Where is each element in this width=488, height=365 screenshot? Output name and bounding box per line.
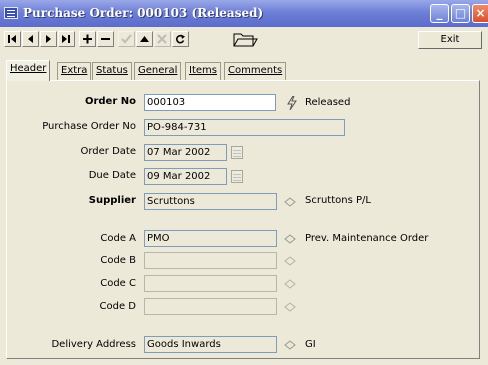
due-date-calendar-icon[interactable]	[231, 170, 243, 183]
order-status-text: Released	[305, 97, 351, 108]
code-a-field[interactable]: PMO	[144, 230, 277, 247]
record-toolbar: Exit	[0, 27, 488, 53]
tab-items[interactable]: Items	[185, 62, 221, 80]
open-folder-button[interactable]	[231, 30, 259, 50]
order-date-calendar-icon[interactable]	[231, 146, 243, 159]
title-bar[interactable]: Purchase Order: 000103 (Released) _ □ ×	[0, 0, 488, 27]
code-d-field[interactable]	[144, 298, 277, 315]
code-d-lookup-icon[interactable]	[284, 302, 296, 312]
tab-general[interactable]: General	[134, 62, 182, 80]
x-icon	[157, 34, 167, 44]
check-icon	[121, 34, 132, 44]
last-record-button[interactable]	[58, 31, 75, 47]
tab-extra[interactable]: Extra	[57, 62, 92, 80]
exit-button[interactable]: Exit	[418, 31, 482, 49]
purchase-order-no-label: Purchase Order No	[42, 121, 136, 132]
due-date-label: Due Date	[88, 170, 136, 181]
add-record-button[interactable]	[79, 31, 96, 47]
due-date-field[interactable]: 09 Mar 2002	[144, 168, 227, 185]
first-icon	[8, 35, 16, 43]
window-title: Purchase Order: 000103 (Released)	[23, 6, 264, 20]
delivery-address-field[interactable]: Goods Inwards	[144, 336, 277, 353]
minimize-button[interactable]: _	[430, 4, 449, 23]
cancel-record-button[interactable]	[154, 31, 171, 47]
supplier-label: Supplier	[88, 195, 136, 206]
delivery-address-lookup-icon[interactable]	[284, 340, 296, 350]
last-icon	[62, 35, 70, 43]
order-date-label: Order Date	[80, 146, 137, 157]
tab-header[interactable]: Header	[6, 60, 51, 81]
code-b-field[interactable]	[144, 252, 277, 269]
plus-icon	[83, 34, 92, 44]
folder-icon	[233, 33, 258, 47]
close-button[interactable]: ×	[472, 4, 488, 23]
edit-record-button[interactable]	[136, 31, 153, 47]
next-record-button[interactable]	[40, 31, 57, 47]
code-b-label: Code B	[100, 255, 136, 266]
tab-status[interactable]: Status	[92, 62, 132, 80]
order-no-label: Order No	[84, 96, 136, 107]
code-a-lookup-icon[interactable]	[284, 234, 296, 244]
tab-comments[interactable]: Comments	[224, 62, 287, 80]
up-triangle-icon	[140, 36, 149, 42]
minus-icon	[101, 38, 110, 40]
code-a-label: Code A	[100, 233, 136, 244]
first-record-button[interactable]	[4, 31, 21, 47]
lightning-icon	[287, 96, 297, 110]
post-record-button[interactable]	[118, 31, 135, 47]
refresh-record-button[interactable]	[172, 31, 189, 47]
next-icon	[46, 35, 51, 43]
supplier-description: Scruttons P/L	[305, 195, 371, 206]
refresh-icon	[175, 34, 185, 44]
supplier-lookup-icon[interactable]	[284, 197, 296, 207]
prev-record-button[interactable]	[22, 31, 39, 47]
delivery-address-label: Delivery Address	[51, 339, 136, 350]
code-c-lookup-icon[interactable]	[284, 279, 296, 289]
prev-icon	[28, 35, 33, 43]
code-d-label: Code D	[99, 301, 136, 312]
order-no-field[interactable]: 000103	[144, 94, 276, 111]
delivery-address-description: GI	[305, 339, 316, 350]
purchase-order-window: Purchase Order: 000103 (Released) _ □ ×	[0, 0, 488, 365]
code-c-label: Code C	[100, 278, 136, 289]
supplier-field[interactable]: Scruttons	[144, 193, 277, 210]
code-a-description: Prev. Maintenance Order	[305, 233, 429, 244]
purchase-order-no-field[interactable]: PO-984-731	[144, 119, 345, 136]
code-b-lookup-icon[interactable]	[284, 256, 296, 266]
delete-record-button[interactable]	[97, 31, 114, 47]
maximize-button[interactable]: □	[451, 4, 470, 23]
app-window-icon	[4, 7, 18, 19]
order-date-field[interactable]: 07 Mar 2002	[144, 144, 227, 161]
code-c-field[interactable]	[144, 275, 277, 292]
